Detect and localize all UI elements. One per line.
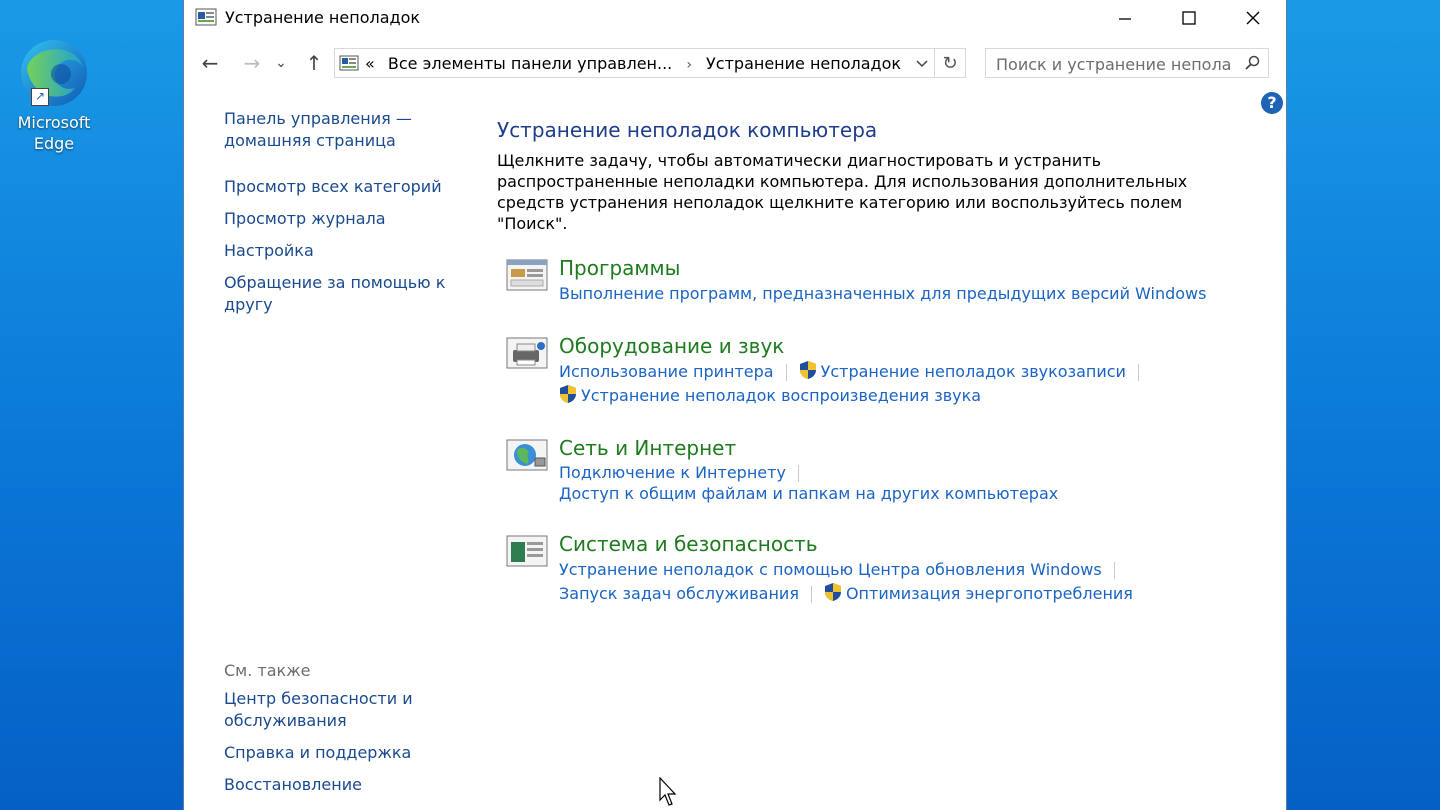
link-divider — [1137, 364, 1139, 381]
control-panel-home-link[interactable]: Панель управления — домашняя страница — [224, 108, 464, 152]
search-input[interactable] — [994, 54, 1234, 75]
category-title-hardware-sound[interactable]: Оборудование и звук — [559, 332, 1257, 360]
category-title-system-security[interactable]: Система и безопасность — [559, 530, 1257, 558]
link-divider — [810, 586, 812, 603]
window-title: Устранение неполадок — [225, 8, 421, 27]
close-icon — [1246, 11, 1260, 25]
see-also-section: См. также Центр безопасности и обслужива… — [224, 661, 464, 806]
navigation-bar: ← → ⌄ ↑ « Все элементы панели управлен..… — [184, 47, 1286, 79]
link-program-compatibility[interactable]: Выполнение программ, предназначенных для… — [559, 284, 1206, 303]
uac-shield-icon — [560, 385, 576, 403]
minimize-button[interactable] — [1093, 0, 1157, 36]
chevron-down-icon: ⌄ — [275, 55, 287, 71]
search-box[interactable] — [985, 48, 1269, 78]
control-panel-window: Устранение неполадок ← → ⌄ ↑ « Все элеме… — [183, 0, 1287, 810]
back-button[interactable]: ← — [196, 49, 224, 77]
maximize-button[interactable] — [1157, 0, 1221, 36]
page-description: Щелкните задачу, чтобы автоматически диа… — [497, 151, 1188, 233]
see-also-header: См. также — [224, 661, 311, 680]
up-arrow-icon: ↑ — [305, 51, 323, 75]
category-system-security: Система и безопасность Устранение непола… — [497, 530, 1257, 606]
forward-arrow-icon: → — [243, 51, 261, 75]
hardware-sound-icon[interactable] — [505, 334, 549, 372]
desktop-icon-label: Microsoft Edge — [17, 113, 91, 153]
breadcrumb: « Все элементы панели управлен... › Устр… — [365, 54, 901, 73]
programs-icon[interactable] — [505, 256, 549, 294]
close-button[interactable] — [1221, 0, 1285, 36]
recovery-link[interactable]: Восстановление — [224, 774, 464, 796]
system-security-icon[interactable] — [505, 532, 549, 570]
page-title: Устранение неполадок компьютера — [497, 118, 878, 142]
address-bar[interactable]: « Все элементы панели управлен... › Устр… — [334, 48, 966, 78]
settings-link[interactable]: Настройка — [224, 240, 464, 262]
refresh-button[interactable]: ↻ — [934, 49, 965, 77]
uac-shield-icon — [799, 361, 816, 379]
help-support-link[interactable]: Справка и поддержка — [224, 742, 464, 764]
edge-icon: ↗ — [19, 38, 89, 108]
breadcrumb-item-all-items[interactable]: Все элементы панели управлен... — [388, 54, 672, 73]
link-divider — [797, 465, 799, 482]
category-programs: Программы Выполнение программ, предназна… — [497, 254, 1257, 306]
view-all-categories-link[interactable]: Просмотр всех категорий — [224, 176, 464, 198]
desktop-icon-edge[interactable]: ↗ Microsoft Edge — [8, 38, 100, 154]
link-power-optimization[interactable]: Оптимизация энергопотребления — [846, 584, 1133, 603]
recent-locations-button[interactable]: ⌄ — [272, 49, 290, 77]
refresh-icon: ↻ — [942, 52, 958, 74]
security-maintenance-link[interactable]: Центр безопасности и обслуживания — [224, 688, 464, 732]
uac-shield-icon — [824, 583, 841, 601]
get-help-from-friend-link[interactable]: Обращение за помощью к другу — [224, 272, 464, 316]
forward-button[interactable]: → — [238, 49, 266, 77]
title-bar[interactable]: Устранение неполадок — [184, 0, 1286, 36]
link-divider — [785, 364, 787, 381]
breadcrumb-separator-icon[interactable]: › — [686, 57, 692, 73]
link-maintenance-tasks[interactable]: Запуск задач обслуживания — [559, 584, 799, 603]
control-panel-location-icon — [339, 55, 359, 71]
link-shared-folders[interactable]: Доступ к общим файлам и папкам на других… — [559, 484, 1058, 503]
maximize-icon — [1182, 11, 1196, 25]
shortcut-arrow-icon: ↗ — [31, 88, 49, 106]
breadcrumb-item-troubleshooting[interactable]: Устранение неполадок — [706, 54, 901, 73]
view-history-link[interactable]: Просмотр журнала — [224, 208, 464, 230]
minimize-icon — [1119, 18, 1131, 20]
link-playing-audio[interactable]: Устранение неполадок воспроизведения зву… — [581, 386, 981, 405]
category-title-network[interactable]: Сеть и Интернет — [559, 434, 1257, 462]
back-arrow-icon: ← — [201, 51, 219, 75]
link-internet-connections[interactable]: Подключение к Интернету — [559, 463, 786, 482]
category-hardware-sound: Оборудование и звук Использование принте… — [497, 332, 1257, 408]
link-recording-audio[interactable]: Устранение неполадок звукозаписи — [821, 362, 1126, 381]
control-panel-icon — [195, 8, 217, 26]
mouse-cursor-icon — [659, 777, 677, 806]
main-content: Устранение неполадок компьютера Щелкните… — [497, 118, 1257, 606]
network-icon[interactable] — [505, 436, 549, 474]
category-network: Сеть и Интернет Подключение к Интернету … — [497, 434, 1257, 504]
task-pane: Панель управления — домашняя страница Пр… — [224, 108, 464, 326]
breadcrumb-overflow[interactable]: « — [365, 54, 375, 73]
up-button[interactable]: ↑ — [300, 49, 328, 77]
link-use-printer[interactable]: Использование принтера — [559, 362, 774, 381]
link-windows-update[interactable]: Устранение неполадок с помощью Центра об… — [559, 560, 1102, 579]
search-icon[interactable] — [1244, 55, 1260, 71]
help-button[interactable]: ? — [1261, 92, 1283, 114]
address-dropdown-icon[interactable] — [915, 57, 929, 71]
category-title-programs[interactable]: Программы — [559, 254, 1257, 282]
link-divider — [1113, 562, 1115, 579]
